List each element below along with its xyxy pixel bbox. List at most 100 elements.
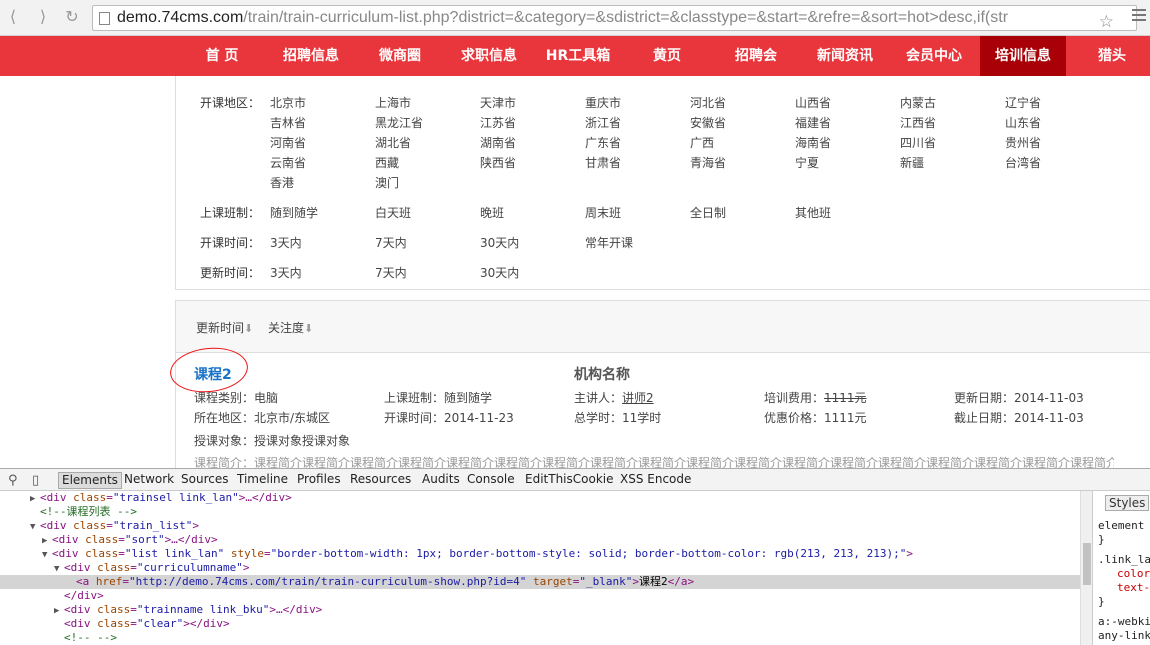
collapse-triangle-icon[interactable]: ▼ (30, 520, 40, 534)
region-option[interactable]: 湖北省 (375, 134, 411, 151)
dom-node[interactable]: </div> (0, 589, 1080, 603)
nav-yellow-pages[interactable]: 黄页 (624, 36, 710, 76)
nav-member-center[interactable]: 会员中心 (891, 36, 977, 76)
region-option[interactable]: 湖南省 (480, 134, 516, 151)
region-option[interactable]: 澳门 (375, 174, 399, 191)
styles-tab[interactable]: Styles (1105, 495, 1150, 511)
region-option[interactable]: 重庆市 (585, 94, 621, 111)
region-option[interactable]: 新疆 (900, 154, 924, 171)
region-option[interactable]: 山西省 (795, 94, 831, 111)
region-option[interactable]: 海南省 (795, 134, 831, 151)
devtools-tab-xss-encode[interactable]: XSS Encode (617, 472, 694, 489)
region-option[interactable]: 黑龙江省 (375, 114, 423, 131)
devtools-tab-elements[interactable]: Elements (58, 472, 122, 489)
region-option[interactable]: 江西省 (900, 114, 936, 131)
region-option[interactable]: 浙江省 (585, 114, 621, 131)
collapse-triangle-icon[interactable]: ▼ (54, 562, 64, 576)
region-option[interactable]: 宁夏 (795, 154, 819, 171)
devtools-tab-network[interactable]: Network (121, 472, 177, 489)
region-option[interactable]: 台湾省 (1005, 154, 1041, 171)
devtools-tab-editthiscookie[interactable]: EditThisCookie (522, 472, 617, 489)
region-option[interactable]: 辽宁省 (1005, 94, 1041, 111)
nav-hr-tools[interactable]: HR工具箱 (535, 36, 621, 76)
address-bar[interactable]: demo.74cms.com/train/train-curriculum-li… (92, 5, 1137, 31)
sort-by-update[interactable]: 更新时间⬇ (196, 319, 253, 336)
region-option[interactable]: 吉林省 (270, 114, 306, 131)
region-option[interactable]: 天津市 (480, 94, 516, 111)
region-option[interactable]: 云南省 (270, 154, 306, 171)
region-option[interactable]: 内蒙古 (900, 94, 936, 111)
sort-by-attention[interactable]: 关注度⬇ (268, 319, 313, 336)
nav-training[interactable]: 培训信息 (980, 36, 1066, 76)
region-option[interactable]: 四川省 (900, 134, 936, 151)
region-option[interactable]: 安徽省 (690, 114, 726, 131)
region-option[interactable]: 陕西省 (480, 154, 516, 171)
classtype-option[interactable]: 其他班 (795, 204, 831, 221)
course-name-link[interactable]: 课程2 (194, 364, 232, 384)
region-option[interactable]: 河南省 (270, 134, 306, 151)
devtools-tab-timeline[interactable]: Timeline (234, 472, 291, 489)
nav-jobs[interactable]: 招聘信息 (268, 36, 354, 76)
expand-triangle-icon[interactable]: ▶ (54, 604, 64, 618)
devtools-tab-sources[interactable]: Sources (178, 472, 231, 489)
expand-triangle-icon[interactable]: ▶ (30, 492, 40, 506)
dom-node[interactable]: ▶ <div class="trainsel link_lan">…</div> (0, 491, 1080, 505)
devtools-tab-console[interactable]: Console (464, 472, 518, 489)
dom-scrollbar[interactable] (1080, 491, 1092, 645)
nav-headhunter[interactable]: 猎头 (1069, 36, 1150, 76)
refresh-time-option[interactable]: 3天内 (270, 264, 302, 281)
menu-icon[interactable] (1132, 9, 1146, 21)
devtools-tab-profiles[interactable]: Profiles (294, 472, 344, 489)
region-option[interactable]: 青海省 (690, 154, 726, 171)
region-option[interactable]: 江苏省 (480, 114, 516, 131)
dom-node[interactable]: ▶ <div class="sort">…</div> (0, 533, 1080, 547)
dom-comment[interactable]: <!--课程列表 --> (0, 505, 1080, 519)
nav-job-fair[interactable]: 招聘会 (713, 36, 799, 76)
dom-node[interactable]: ▶ <div class="trainname link_bku">…</div> (0, 603, 1080, 617)
classtype-option[interactable]: 白天班 (375, 204, 411, 221)
nav-home[interactable]: 首 页 (179, 36, 265, 76)
expand-triangle-icon[interactable]: ▶ (42, 534, 52, 548)
devtools-tab-resources[interactable]: Resources (347, 472, 414, 489)
start-time-option[interactable]: 3天内 (270, 234, 302, 251)
nav-resumes[interactable]: 求职信息 (446, 36, 532, 76)
collapse-triangle-icon[interactable]: ▼ (42, 548, 52, 562)
dom-comment[interactable]: <!-- --> (0, 631, 1080, 645)
devtools-tab-audits[interactable]: Audits (419, 472, 463, 489)
region-option[interactable]: 贵州省 (1005, 134, 1041, 151)
dom-node[interactable]: ▼ <div class="curriculumname"> (0, 561, 1080, 575)
start-time-option[interactable]: 7天内 (375, 234, 407, 251)
region-option[interactable]: 广东省 (585, 134, 621, 151)
back-icon[interactable]: ⟨ (2, 7, 24, 27)
scrollbar-thumb[interactable] (1083, 543, 1091, 585)
region-option[interactable]: 甘肃省 (585, 154, 621, 171)
region-option[interactable]: 香港 (270, 174, 294, 191)
dom-node[interactable]: ▼ <div class="train_list"> (0, 519, 1080, 533)
institution-name[interactable]: 机构名称 (574, 364, 630, 384)
bookmark-star-icon[interactable]: ☆ (1099, 12, 1114, 30)
nav-news[interactable]: 新闻资讯 (802, 36, 888, 76)
region-option[interactable]: 广西 (690, 134, 714, 151)
dom-node[interactable]: <div class="clear"></div> (0, 617, 1080, 631)
dom-node[interactable]: ▼ <div class="list link_lan" style="borde… (0, 547, 1080, 561)
forward-icon[interactable]: ⟩ (32, 7, 54, 27)
refresh-time-option[interactable]: 30天内 (480, 264, 519, 281)
search-icon[interactable]: ⚲ (8, 473, 18, 488)
nav-micro-circle[interactable]: 微商圈 (357, 36, 443, 76)
device-mode-icon[interactable]: ▯ (32, 473, 39, 488)
classtype-option[interactable]: 随到随学 (270, 204, 318, 221)
region-option[interactable]: 福建省 (795, 114, 831, 131)
region-option[interactable]: 北京市 (270, 94, 306, 111)
classtype-option[interactable]: 周末班 (585, 204, 621, 221)
classtype-option[interactable]: 晚班 (480, 204, 504, 221)
lecturer-link[interactable]: 讲师2 (622, 391, 654, 405)
dom-node-selected[interactable]: <a href="http://demo.74cms.com/train/tra… (0, 575, 1080, 589)
start-time-option[interactable]: 30天内 (480, 234, 519, 251)
reload-icon[interactable]: ↻ (61, 7, 83, 27)
refresh-time-option[interactable]: 7天内 (375, 264, 407, 281)
region-option[interactable]: 西藏 (375, 154, 399, 171)
region-option[interactable]: 山东省 (1005, 114, 1041, 131)
start-time-option[interactable]: 常年开课 (585, 234, 633, 251)
classtype-option[interactable]: 全日制 (690, 204, 726, 221)
region-option[interactable]: 上海市 (375, 94, 411, 111)
